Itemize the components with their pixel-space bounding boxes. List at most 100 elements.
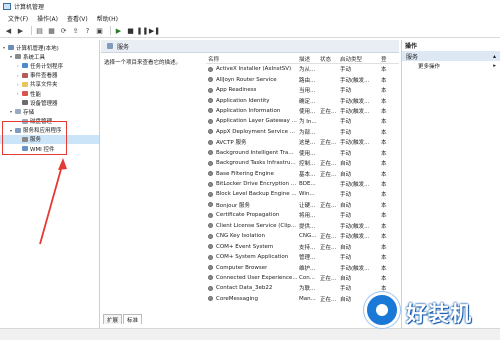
description-hint: 选择一个项目来查看它的描述。 [104, 60, 182, 66]
table-row[interactable]: AllJoyn Router Service 路由... 手动(触发... 本 [206, 74, 399, 84]
actions-header: 操作 [405, 43, 418, 50]
gear-icon [208, 160, 213, 166]
service-name: Application Identity [206, 98, 299, 104]
service-logon: 本 [381, 108, 387, 115]
column-name[interactable]: 名称 [206, 55, 299, 63]
table-row[interactable]: COM+ System Application 管理... 手动 本 [206, 252, 399, 262]
service-startup-type: 自动 [340, 244, 352, 251]
column-status[interactable]: 状态 [320, 55, 340, 63]
service-logon: 本 [381, 67, 387, 74]
table-row[interactable]: Base Filtering Engine 基本... 正在... 自动 本 [206, 168, 399, 178]
table-row[interactable]: Application Identity 确定... 手动(触发... 本 [206, 95, 399, 105]
service-description: 为部... [299, 129, 316, 136]
service-startup-type: 手动 [340, 67, 352, 74]
service-description: Con... [299, 274, 315, 281]
service-name-text: Contact Data_3eb22 [216, 285, 273, 292]
services-table: 名称 描述 状态 启动类型 登 ActiveX Installer (AxIns… [206, 54, 399, 312]
watermark-logo-icon [364, 292, 400, 328]
collapse-icon: ▴ [492, 52, 496, 60]
service-name: Base Filtering Engine [206, 171, 299, 177]
service-name: ActiveX Installer (AxInstSV) [206, 66, 299, 72]
table-row[interactable]: CNG Key Isolation CNG... 正在... 手动(触发... 本 [206, 231, 399, 241]
gear-icon [208, 66, 213, 72]
service-startup-type: 手动(触发... [340, 182, 370, 189]
service-description: 为从... [299, 67, 316, 74]
gear-icon [208, 77, 213, 83]
gear-icon [208, 265, 213, 271]
table-row[interactable]: Client License Service (Clip... 提供... 手动(触… [206, 221, 399, 231]
service-name: Background Tasks Infrastru... [206, 160, 299, 166]
tab-standard[interactable]: 标准 [123, 314, 143, 324]
service-description: 支持... [299, 244, 316, 251]
service-name-text: Background Tasks Infrastru... [216, 160, 296, 167]
column-logon[interactable]: 登 [381, 55, 399, 63]
tab-extended[interactable]: 扩展 [103, 314, 123, 324]
service-name: Application Layer Gateway ... [206, 118, 299, 124]
table-row[interactable]: ActiveX Installer (AxInstSV) 为从... 手动 本 [206, 64, 399, 74]
service-description: CNG... [299, 233, 317, 240]
table-row[interactable]: AVCTP 服务 这是... 正在... 手动(触发... 本 [206, 137, 399, 147]
service-name: BitLocker Drive Encryption ... [206, 181, 299, 187]
service-logon: 本 [381, 244, 387, 251]
service-description: 这是... [299, 140, 316, 147]
service-status: 正在... [320, 244, 337, 251]
gear-icon [208, 181, 213, 187]
service-logon: 本 [381, 77, 387, 84]
service-name-text: Connected User Experience... [216, 274, 298, 281]
actions-section-services[interactable]: 服务 ▴ [402, 51, 500, 61]
table-row[interactable]: Computer Browser 维护... 手动(触发... 本 [206, 262, 399, 272]
service-name-text: COM+ System Application [216, 254, 289, 261]
service-logon: 本 [381, 213, 387, 220]
gear-icon [208, 223, 213, 229]
table-row[interactable]: Bonjour 服务 让硬... 正在... 自动 本 [206, 200, 399, 210]
service-name: Computer Browser [206, 265, 299, 271]
gear-icon [208, 191, 213, 197]
table-row[interactable]: Block Level Backup Engine ... Win... 手动 本 [206, 189, 399, 199]
gear-icon [208, 108, 213, 114]
service-startup-type: 手动 [340, 150, 352, 157]
service-description: 使用... [299, 108, 316, 115]
table-row[interactable]: AppX Deployment Service ... 为部... 手动 本 [206, 127, 399, 137]
service-logon: 本 [381, 202, 387, 209]
table-row[interactable]: App Readiness 当用... 手动 本 [206, 85, 399, 95]
service-name: Bonjour 服务 [206, 201, 299, 209]
computer-management-window: 计算机管理 文件(F) 操作(A) 查看(V) 帮助(H) ◀ ▶ ▤ ▦ ⟳ … [0, 0, 500, 340]
table-row[interactable]: Application Information 使用... 正在... 手动(触发..… [206, 106, 399, 116]
service-startup-type: 手动(触发... [340, 140, 370, 147]
service-description: 当用... [299, 88, 316, 95]
service-description: 管理... [299, 255, 316, 262]
service-logon: 本 [381, 88, 387, 95]
table-row[interactable]: Connected User Experience... Con... 正在... 自… [206, 273, 399, 283]
service-description: 确定... [299, 98, 316, 105]
table-row[interactable]: Certificate Propagation 将用... 手动 本 [206, 210, 399, 220]
table-row[interactable]: BitLocker Drive Encryption ... BDE... 手动(触… [206, 179, 399, 189]
service-name: AllJoyn Router Service [206, 77, 299, 83]
service-name-text: BitLocker Drive Encryption ... [216, 181, 297, 188]
table-row[interactable]: Application Layer Gateway ... 为 In... 手动 本 [206, 116, 399, 126]
column-startup-type[interactable]: 启动类型 [340, 55, 381, 63]
service-description: Win... [299, 191, 315, 198]
service-logon: 本 [381, 129, 387, 136]
service-description: 将用... [299, 213, 316, 220]
service-name: COM+ Event System [206, 244, 299, 250]
table-row[interactable]: COM+ Event System 支持... 正在... 自动 本 [206, 241, 399, 251]
service-name: CNG Key Isolation [206, 233, 299, 239]
column-description[interactable]: 描述 [299, 55, 320, 63]
gear-icon [208, 233, 213, 239]
watermark: 好装机 [362, 290, 500, 340]
service-logon: 本 [381, 150, 387, 157]
more-actions-item[interactable]: 更多操作 ▸ [402, 61, 500, 71]
gear-icon [208, 171, 213, 177]
service-startup-type: 手动 [340, 213, 352, 220]
table-row[interactable]: Background Intelligent Tra... 使用... 手动 本 [206, 148, 399, 158]
service-startup-type: 自动 [340, 275, 352, 282]
service-status: 正在... [320, 161, 337, 168]
table-row[interactable]: Background Tasks Infrastru... 控制... 正在... 自… [206, 158, 399, 168]
service-name-text: COM+ Event System [216, 243, 274, 250]
service-logon: 本 [381, 161, 387, 168]
service-startup-type: 手动(触发... [340, 234, 370, 241]
service-name-text: Certificate Propagation [216, 212, 280, 219]
service-status: 正在... [320, 202, 337, 209]
service-name-text: Bonjour 服务 [216, 202, 251, 209]
actions-pane: 操作 服务 ▴ 更多操作 ▸ [401, 40, 500, 328]
